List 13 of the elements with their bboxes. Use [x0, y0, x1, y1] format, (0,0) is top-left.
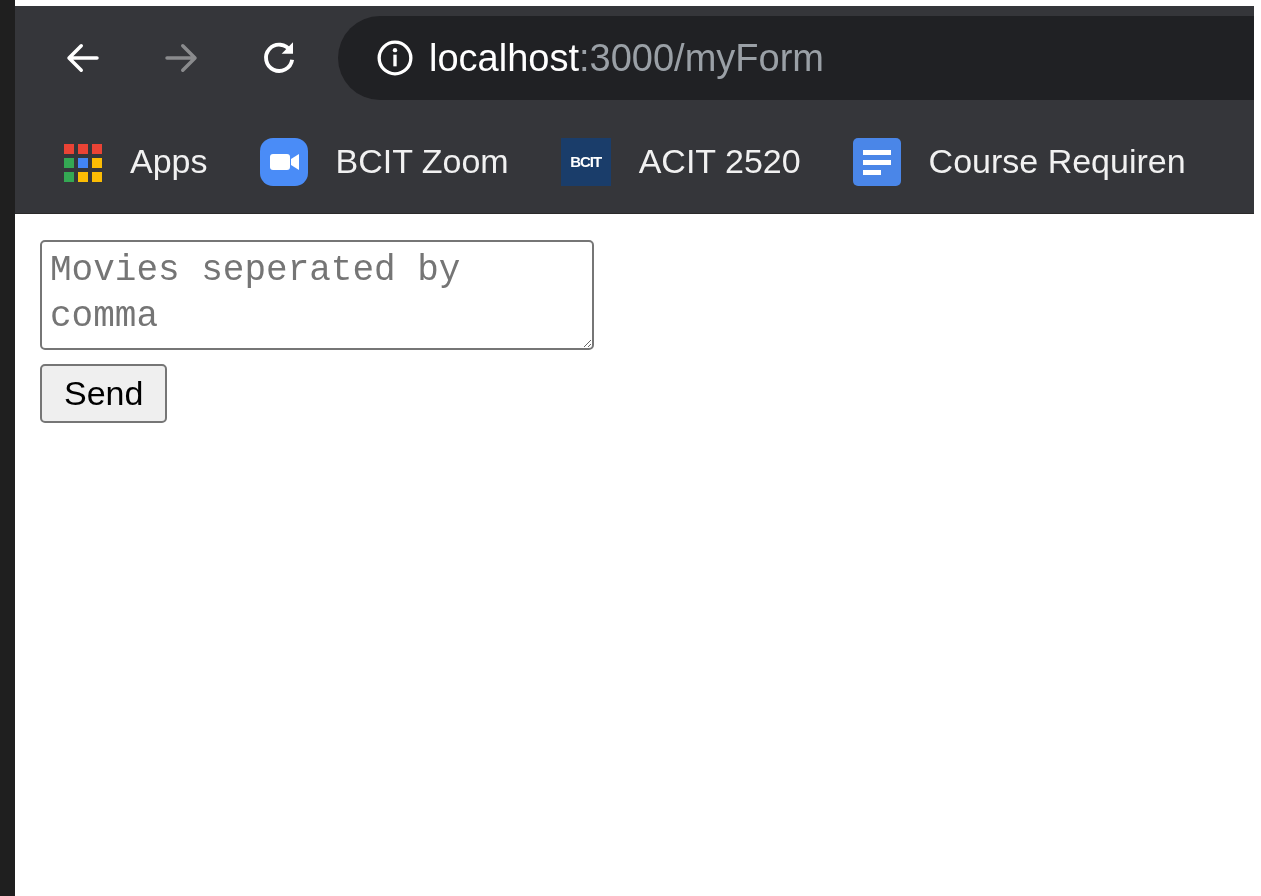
video-camera-icon — [259, 137, 308, 186]
apps-grid-icon — [62, 141, 102, 182]
bookmark-link[interactable]: BCIT Zoom — [259, 137, 509, 186]
bookmark-link[interactable]: BCIT ACIT 2520 — [560, 137, 801, 186]
send-button[interactable]: Send — [40, 364, 168, 423]
movies-field[interactable]: Movies seperated by comma — [40, 240, 594, 350]
bookmark-link[interactable]: Apps — [62, 141, 208, 182]
document-icon — [852, 137, 901, 186]
url-text: localhost:3000/myForm — [429, 36, 824, 80]
address-bar[interactable]: localhost:3000/myForm — [338, 16, 1254, 100]
bookmark-link[interactable]: Course Requiren — [852, 137, 1186, 186]
bcit-logo-icon: BCIT — [560, 137, 611, 186]
info-icon — [375, 38, 415, 78]
